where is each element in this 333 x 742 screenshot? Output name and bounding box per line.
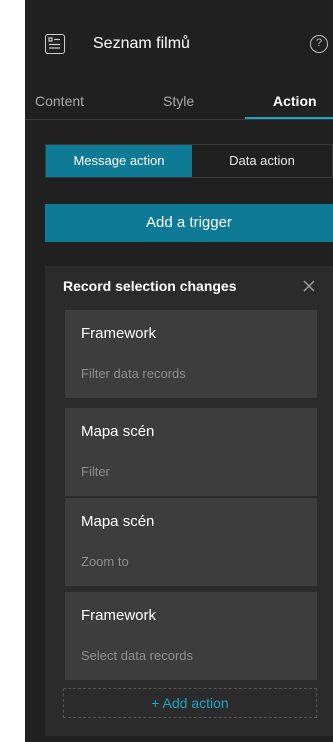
panel-header: Seznam filmů ? [25, 0, 333, 86]
action-type: Select data records [81, 648, 194, 663]
action-item-mapa-zoom[interactable]: Mapa scén Zoom to [65, 498, 317, 586]
trigger-title: Record selection changes [63, 278, 237, 294]
trigger-card: Record selection changes Framework Filte… [45, 266, 333, 736]
tab-style[interactable]: Style [163, 90, 194, 112]
action-item-framework-select[interactable]: Framework Select data records [65, 592, 317, 680]
tab-content[interactable]: Content [35, 90, 84, 112]
action-type: Filter data records [81, 366, 186, 381]
settings-panel: Seznam filmů ? Content Style Action Mess… [25, 0, 333, 742]
settings-tabs: Content Style Action [25, 86, 333, 120]
action-type: Filter [81, 464, 110, 479]
close-icon[interactable] [301, 278, 317, 294]
action-type-switch: Message action Data action [45, 144, 333, 178]
action-type: Zoom to [81, 554, 129, 569]
widget-title: Seznam filmů [93, 35, 190, 52]
action-target: Mapa scén [81, 513, 155, 530]
list-widget-icon [45, 34, 65, 54]
action-target: Framework [81, 607, 157, 624]
active-tab-indicator [245, 117, 333, 119]
tab-action[interactable]: Action [273, 90, 317, 112]
message-action-button[interactable]: Message action [46, 145, 192, 177]
data-action-button[interactable]: Data action [192, 145, 332, 177]
action-target: Mapa scén [81, 423, 155, 440]
add-action-button[interactable]: + Add action [63, 688, 317, 718]
action-item-mapa-filter[interactable]: Mapa scén Filter [65, 408, 317, 496]
action-target: Framework [81, 325, 157, 342]
help-icon[interactable]: ? [310, 35, 328, 53]
add-trigger-button[interactable]: Add a trigger [45, 204, 333, 242]
action-item-framework-filter[interactable]: Framework Filter data records [65, 310, 317, 398]
